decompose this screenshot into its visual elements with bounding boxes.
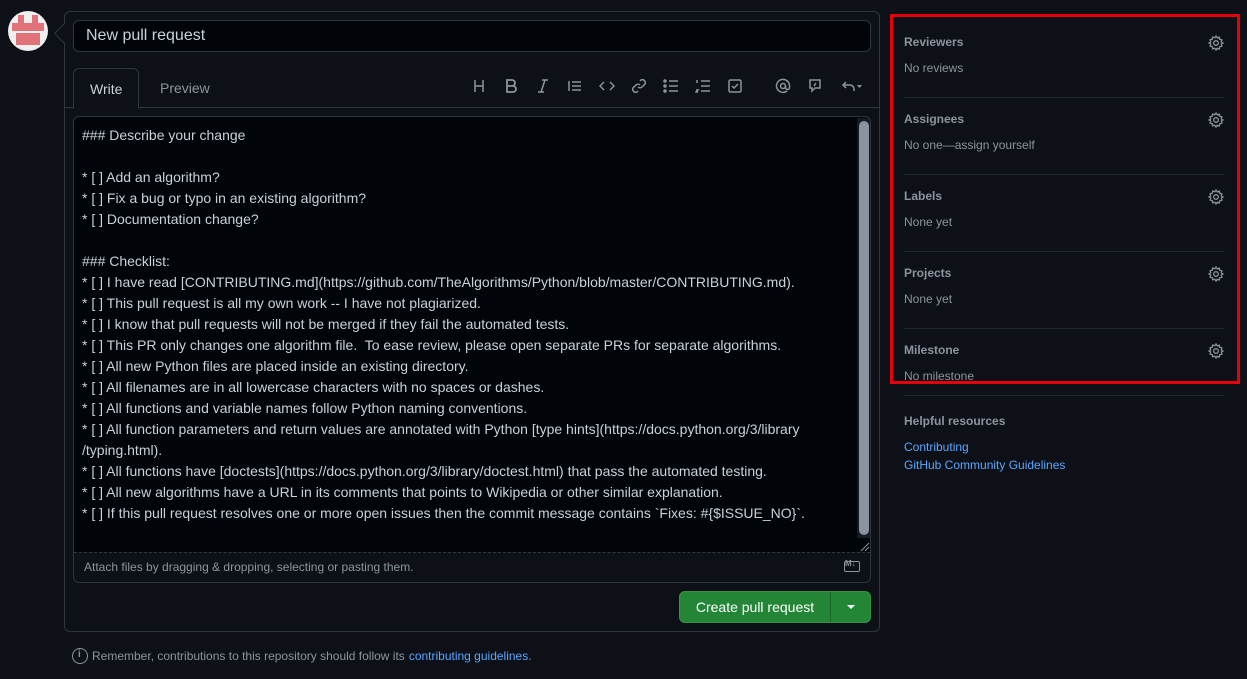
attach-files-text: Attach files by dragging & dropping, sel…: [84, 560, 414, 574]
tab-preview[interactable]: Preview: [144, 68, 226, 109]
chevron-down-icon: [847, 605, 855, 609]
assignees-heading[interactable]: Assignees: [904, 112, 964, 126]
bullet-list-icon[interactable]: [660, 75, 682, 97]
quote-icon[interactable]: [564, 75, 586, 97]
sidebar-assignees: Assignees No one—assign yourself: [904, 98, 1225, 175]
sidebar-reviewers: Reviewers No reviews: [904, 21, 1225, 98]
avatar[interactable]: [8, 11, 48, 51]
sidebar-projects: Projects None yet: [904, 252, 1225, 329]
create-options-dropdown-button[interactable]: [831, 592, 871, 622]
title-input[interactable]: [73, 20, 871, 52]
milestone-gear-icon[interactable]: [1207, 342, 1225, 360]
labels-gear-icon[interactable]: [1207, 188, 1225, 206]
assignees-value[interactable]: No one—assign yourself: [904, 138, 1035, 152]
projects-heading[interactable]: Projects: [904, 266, 951, 280]
code-icon[interactable]: [596, 75, 618, 97]
link-icon[interactable]: [628, 75, 650, 97]
milestone-value: No milestone: [904, 369, 975, 383]
reviewers-gear-icon[interactable]: [1207, 34, 1225, 52]
reviewers-value: No reviews: [904, 61, 964, 75]
contribution-note: Remember, contributions to this reposito…: [72, 648, 532, 664]
projects-gear-icon[interactable]: [1207, 265, 1225, 283]
tab-write[interactable]: Write: [73, 68, 140, 109]
contributing-guidelines-link[interactable]: contributing guidelines: [409, 649, 528, 663]
task-list-icon[interactable]: [724, 75, 746, 97]
milestone-heading[interactable]: Milestone: [904, 343, 959, 357]
reviewers-heading[interactable]: Reviewers: [904, 35, 963, 49]
create-pull-request-button-group: Create pull request: [679, 591, 871, 623]
helpful-resources: Helpful resources Contributing GitHub Co…: [904, 395, 1224, 472]
create-pull-request-button[interactable]: Create pull request: [680, 592, 830, 622]
contributing-link[interactable]: Contributing: [904, 440, 969, 454]
markdown-icon[interactable]: [844, 559, 860, 572]
italic-icon[interactable]: [532, 75, 554, 97]
community-guidelines-link[interactable]: GitHub Community Guidelines: [904, 458, 1065, 472]
labels-value: None yet: [904, 215, 953, 229]
body-textarea[interactable]: ### Describe your change * [ ] Add an al…: [74, 117, 858, 552]
projects-value: None yet: [904, 292, 953, 306]
labels-heading[interactable]: Labels: [904, 189, 942, 203]
mention-icon[interactable]: [772, 75, 794, 97]
scrollbar-thumb[interactable]: [859, 121, 869, 535]
body-editor: ### Describe your change * [ ] Add an al…: [73, 116, 871, 583]
sidebar-labels: Labels None yet: [904, 175, 1225, 252]
reference-icon[interactable]: [804, 75, 826, 97]
resize-handle-icon[interactable]: [858, 539, 870, 552]
helpful-resources-heading: Helpful resources: [904, 414, 1006, 428]
heading-icon[interactable]: [468, 75, 490, 97]
note-suffix: .: [528, 649, 532, 663]
undo-icon[interactable]: [837, 75, 867, 97]
bold-icon[interactable]: [500, 75, 522, 97]
note-text: Remember, contributions to this reposito…: [92, 649, 405, 663]
attach-files-bar[interactable]: Attach files by dragging & dropping, sel…: [74, 552, 870, 582]
assignees-gear-icon[interactable]: [1207, 111, 1225, 129]
pull-request-form: Write Preview: [64, 11, 880, 632]
numbered-list-icon[interactable]: [692, 75, 714, 97]
info-icon: [72, 648, 88, 664]
